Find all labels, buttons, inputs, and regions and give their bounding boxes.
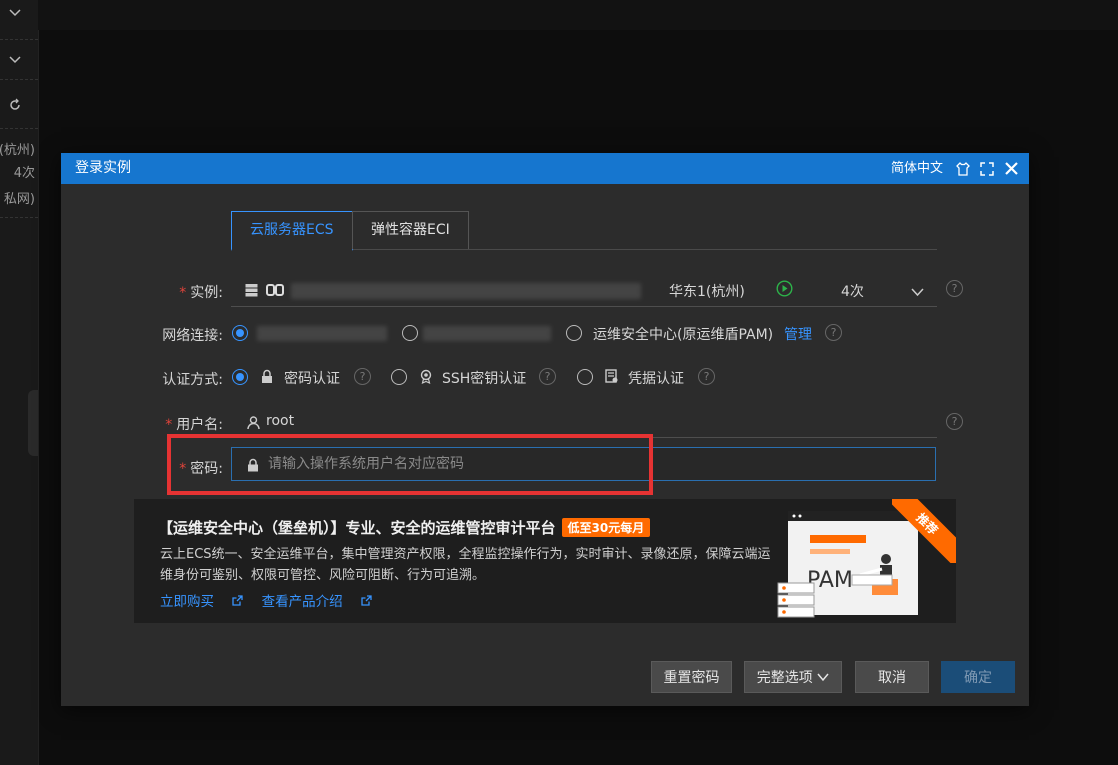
chevron-down-icon[interactable] xyxy=(8,53,22,71)
running-status-icon xyxy=(776,280,793,301)
chevron-down-icon xyxy=(817,673,829,682)
link-icon xyxy=(266,282,284,301)
user-icon xyxy=(247,415,260,434)
network-radio-1[interactable] xyxy=(232,325,248,341)
pam-promo-banner: 【运维安全中心（堡垒机）】专业、安全的运维管控审计平台 低至30元每月 云上ECS… xyxy=(134,499,956,623)
network-radio-pam[interactable] xyxy=(566,325,582,341)
product-intro-link[interactable]: 查看产品介绍 xyxy=(262,594,372,610)
auth-radio-password[interactable] xyxy=(232,369,248,385)
login-instance-dialog: 登录实例 简体中文 云服务器ECS 弹性容器ECI *实例: 华东1(杭州) xyxy=(61,153,1029,706)
promo-description: 云上ECS统一、安全运维平台，集中管理资产权限，全程监控操作行为，实时审计、录像… xyxy=(160,547,771,583)
chevron-down-icon[interactable] xyxy=(8,6,22,24)
reset-password-button[interactable]: 重置密码 xyxy=(651,661,732,693)
sidebar-row[interactable] xyxy=(0,80,38,129)
background-collapse-handle[interactable] xyxy=(28,390,38,456)
manage-link[interactable]: 管理 xyxy=(784,324,812,344)
language-selector[interactable]: 简体中文 xyxy=(891,153,943,184)
full-options-button[interactable]: 完整选项 xyxy=(744,661,842,693)
instance-type-tabs: 云服务器ECS 弹性容器ECI xyxy=(231,211,937,251)
background-sidebar: (杭州) 4次 私网) xyxy=(0,0,39,765)
server-icon xyxy=(245,282,258,301)
external-link-icon xyxy=(232,595,243,606)
lock-icon xyxy=(261,369,273,388)
sidebar-count-text: 4次 xyxy=(13,166,35,181)
network-label: 网络连接: xyxy=(162,328,223,344)
fullscreen-icon[interactable] xyxy=(979,153,995,184)
username-value: root xyxy=(266,413,295,429)
sidebar-row[interactable] xyxy=(0,0,38,40)
username-label: * 用户名: xyxy=(165,417,223,433)
background-topbar xyxy=(38,0,1118,30)
recommend-ribbon: 推荐 xyxy=(892,499,956,563)
close-icon[interactable] xyxy=(1003,153,1019,184)
redacted-network-option-1 xyxy=(257,326,387,341)
auth-option-credential[interactable]: 凭据认证 xyxy=(628,368,684,388)
sidebar-network-text: 私网) xyxy=(3,192,35,207)
help-icon[interactable]: ? xyxy=(825,324,842,341)
buy-now-link[interactable]: 立即购买 xyxy=(160,594,243,610)
key-certificate-icon xyxy=(419,369,433,388)
highlight-annotation xyxy=(167,434,653,495)
dialog-title: 登录实例 xyxy=(75,160,131,176)
promo-title: 【运维安全中心（堡垒机）】专业、安全的运维管控审计平台 低至30元每月 xyxy=(158,517,651,538)
sidebar-info: (杭州) 4次 私网) xyxy=(0,129,38,218)
help-icon[interactable]: ? xyxy=(354,368,371,385)
instance-region: 华东1(杭州) xyxy=(669,284,745,300)
auth-label: 认证方式: xyxy=(162,372,223,388)
recommend-ribbon-label: 推荐 xyxy=(892,499,956,563)
external-link-icon xyxy=(361,595,372,606)
sidebar-region-text: (杭州) xyxy=(0,143,35,158)
refresh-icon[interactable] xyxy=(8,98,22,116)
help-icon[interactable]: ? xyxy=(539,368,556,385)
tab-eci[interactable]: 弹性容器ECI xyxy=(352,211,469,249)
redacted-network-option-2 xyxy=(423,326,551,341)
instance-count: 4次 xyxy=(841,284,864,300)
instance-label: * 实例: xyxy=(179,285,223,301)
required-mark: * xyxy=(179,285,187,301)
auth-option-ssh[interactable]: SSH密钥认证 xyxy=(442,368,526,388)
credential-icon xyxy=(605,369,619,388)
chevron-down-icon[interactable] xyxy=(911,283,924,302)
required-mark: * xyxy=(165,417,173,433)
tab-ecs[interactable]: 云服务器ECS xyxy=(231,211,353,251)
network-radio-2[interactable] xyxy=(402,325,418,341)
auth-radio-ssh[interactable] xyxy=(391,369,407,385)
sidebar-row[interactable] xyxy=(0,40,38,80)
confirm-button[interactable]: 确定 xyxy=(941,661,1015,693)
help-icon[interactable]: ? xyxy=(698,368,715,385)
network-option-pam[interactable]: 运维安全中心(原运维盾PAM) xyxy=(593,324,773,344)
help-icon[interactable]: ? xyxy=(946,280,963,297)
help-icon[interactable]: ? xyxy=(946,413,963,430)
redacted-instance-name xyxy=(291,283,641,299)
price-badge: 低至30元每月 xyxy=(561,518,651,537)
cancel-button[interactable]: 取消 xyxy=(855,661,929,693)
promo-links: 立即购买 查看产品介绍 xyxy=(160,590,386,610)
dialog-header: 登录实例 简体中文 xyxy=(61,153,1029,184)
header-actions: 简体中文 xyxy=(891,153,1019,184)
theme-icon[interactable] xyxy=(955,153,971,184)
auth-radio-credential[interactable] xyxy=(577,369,593,385)
auth-option-password[interactable]: 密码认证 xyxy=(284,368,340,388)
